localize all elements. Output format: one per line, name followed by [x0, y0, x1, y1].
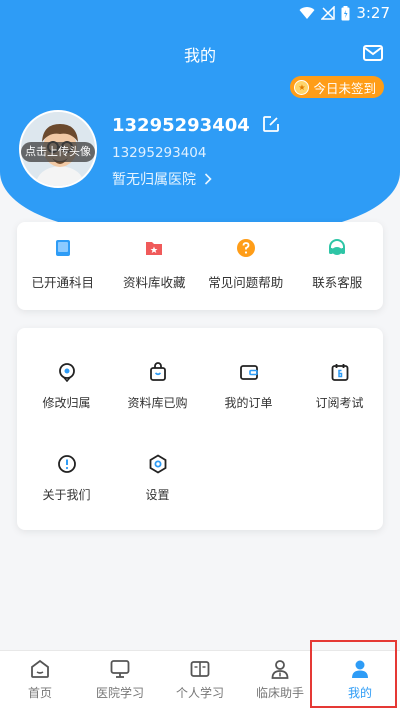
quick-item-subjects[interactable]: 已开通科目 [17, 222, 109, 310]
battery-icon [341, 5, 350, 20]
menu-item-settings[interactable]: 设置 [112, 454, 203, 503]
monitor-icon [110, 660, 130, 678]
signin-badge[interactable]: ★ 今日未签到 [290, 76, 384, 98]
quick-item-label: 联系客服 [312, 275, 363, 290]
tab-label: 个人学习 [175, 686, 224, 700]
avatar-upload-label[interactable]: 点击上传头像 [21, 142, 95, 162]
user-name: 13295293404 [112, 115, 250, 136]
tab-home[interactable]: 首页 [0, 651, 80, 711]
mail-icon[interactable] [362, 42, 384, 64]
quick-item-label: 资料库收藏 [122, 275, 186, 290]
menu-item-label: 资料库已购 [127, 396, 188, 410]
menu-item-label: 修改归属 [42, 396, 91, 410]
quick-item-support[interactable]: 联系客服 [292, 222, 384, 310]
tab-label: 首页 [27, 686, 52, 700]
status-icons: 3:27 [299, 4, 390, 22]
chevron-right-icon [204, 173, 212, 185]
tab-hospital-study[interactable]: 医院学习 [80, 651, 160, 711]
signin-label: 今日未签到 [313, 80, 376, 96]
question-icon [236, 239, 255, 257]
folder-star-icon [146, 242, 163, 255]
edit-icon[interactable] [262, 115, 280, 133]
hospital-label: 暂无归属医院 [112, 172, 196, 188]
user-hospital-link[interactable]: 暂无归属医院 [112, 169, 212, 189]
doctor-icon [271, 660, 289, 679]
menu-item-purchased[interactable]: 资料库已购 [112, 362, 203, 411]
calendar-icon [331, 364, 348, 381]
no-signal-icon [321, 6, 336, 20]
tab-clinical-assistant[interactable]: 临床助手 [240, 651, 320, 711]
menu-item-label: 我的订单 [224, 396, 273, 410]
tab-highlight-box [310, 640, 397, 708]
menu-item-label: 设置 [145, 488, 170, 502]
location-icon [58, 363, 75, 382]
menu-item-subscribe-exam[interactable]: 订阅考试 [294, 362, 385, 411]
coin-icon: ★ [294, 79, 310, 95]
settings-icon [149, 454, 166, 474]
status-time: 3:27 [356, 4, 390, 22]
headset-icon [329, 239, 346, 255]
quick-item-favorites[interactable]: 资料库收藏 [109, 222, 201, 310]
tab-personal-study[interactable]: 个人学习 [160, 651, 240, 711]
tab-label: 医院学习 [95, 686, 144, 700]
info-icon [57, 455, 76, 473]
quick-item-help[interactable]: 常见问题帮助 [200, 222, 292, 310]
menu-item-label: 订阅考试 [315, 396, 364, 410]
book-icon [55, 240, 70, 256]
status-bar: 3:27 [0, 0, 400, 28]
wifi-icon [299, 7, 315, 20]
menu-item-change-affiliation[interactable]: 修改归属 [21, 362, 112, 411]
user-phone: 13295293404 [112, 145, 207, 161]
menu-item-label: 关于我们 [42, 488, 91, 502]
page-title: 我的 [183, 46, 216, 65]
open-book-icon [190, 661, 210, 677]
tab-label: 临床助手 [255, 686, 304, 700]
menu-item-about[interactable]: 关于我们 [21, 454, 112, 503]
bag-icon [149, 362, 166, 381]
home-icon [31, 659, 49, 678]
wallet-icon [239, 365, 258, 380]
menu-card: 修改归属 资料库已购 我的订单 订阅考试 关于我们 设置 [17, 328, 383, 530]
quick-item-label: 常见问题帮助 [208, 275, 284, 290]
menu-item-orders[interactable]: 我的订单 [203, 362, 294, 411]
quick-actions-card: 已开通科目 资料库收藏 常见问题帮助 联系客服 [17, 222, 383, 310]
quick-item-label: 已开通科目 [31, 275, 94, 290]
